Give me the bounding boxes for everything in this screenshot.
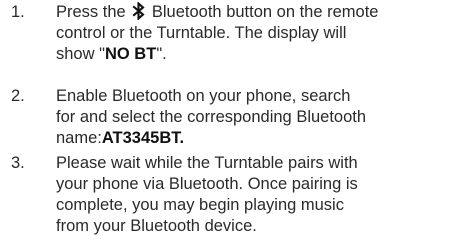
step-text: Please wait while the Turntable pairs wi…	[56, 153, 466, 237]
step-line: Enable Bluetooth on your phone, search	[56, 87, 351, 105]
text-segment: show "	[56, 45, 105, 63]
step-line: from your Bluetooth device.	[56, 217, 257, 235]
step-text: Enable Bluetooth on your phone, search f…	[56, 86, 466, 149]
text-segment: Press the	[56, 3, 131, 21]
step-line: Press the Bluetooth button on the remote	[56, 2, 466, 23]
step-number: 2.	[11, 87, 25, 105]
text-segment: ".	[156, 45, 167, 63]
step-line: Please wait while the Turntable pairs wi…	[56, 154, 358, 172]
step-text: Press the Bluetooth button on the remote…	[56, 2, 466, 65]
text-segment: name:	[56, 129, 102, 147]
step-line: your phone via Bluetooth. Once pairing i…	[56, 175, 358, 193]
step-number: 3.	[11, 154, 25, 172]
device-name: AT3345BT.	[101, 129, 185, 147]
text-segment: Bluetooth button on the remote	[147, 3, 379, 21]
instructions-list: 1. Press the Bluetooth button on the rem…	[0, 0, 466, 249]
step-number: 1.	[11, 3, 25, 21]
step-line: complete, you may begin playing music	[56, 196, 344, 214]
step-line: name:AT3345BT.	[56, 128, 466, 149]
step-line: control or the Turntable. The display wi…	[56, 24, 347, 42]
bluetooth-icon	[132, 2, 146, 20]
step-line: show "NO BT".	[56, 44, 466, 65]
step-line: for and select the corresponding Bluetoo…	[56, 108, 367, 126]
display-code: NO BT	[104, 45, 157, 63]
